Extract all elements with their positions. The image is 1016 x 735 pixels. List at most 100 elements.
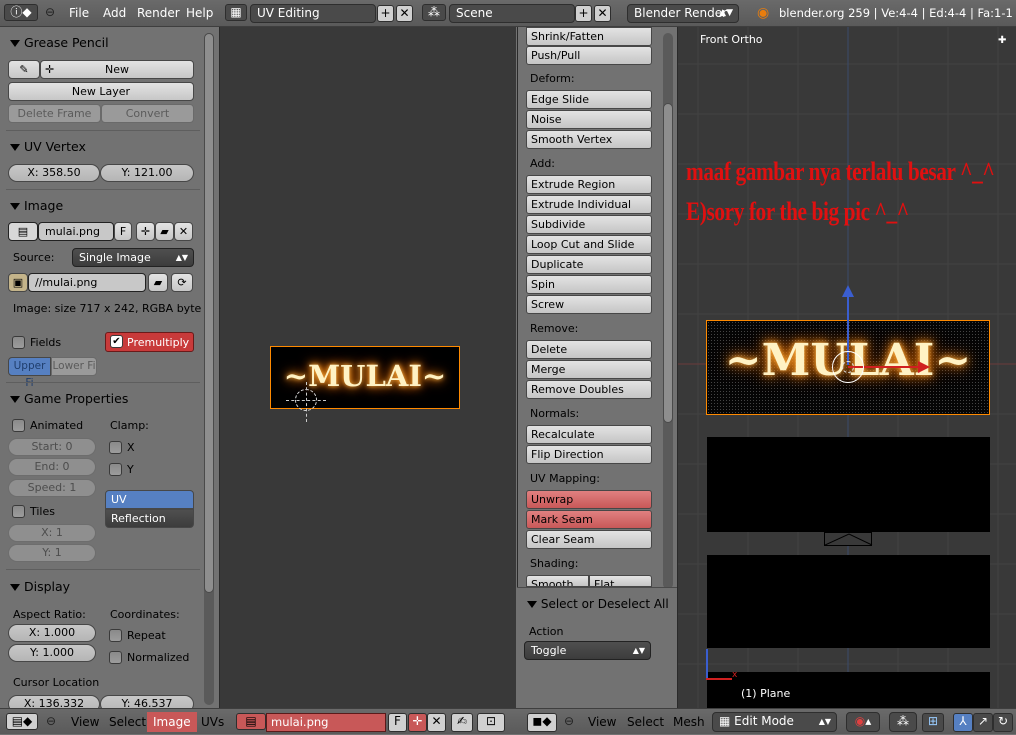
delete-frame-button[interactable]: Delete Frame: [8, 104, 101, 123]
extrude-region-button[interactable]: Extrude Region: [526, 175, 652, 194]
grease-pencil-new-button[interactable]: ✛ New: [40, 60, 194, 79]
grease-pencil-header[interactable]: Grease Pencil: [10, 35, 109, 50]
manipulator-toggle-icon[interactable]: ⅄: [953, 713, 973, 732]
uv-coordinates-button[interactable]: UV Coordinates: [105, 490, 194, 523]
uv-vertex-header[interactable]: UV Vertex: [10, 139, 86, 154]
noise-button[interactable]: Noise: [526, 110, 652, 129]
tool-shelf-scrollbar-thumb[interactable]: [663, 103, 673, 423]
screen-layout-field[interactable]: UV Editing: [250, 4, 376, 23]
uv-vertex-y-field[interactable]: Y: 121.00: [100, 164, 194, 182]
menu-render[interactable]: Render: [137, 0, 180, 27]
new-layer-button[interactable]: New Layer: [8, 82, 194, 101]
flat-button[interactable]: Flat: [589, 575, 652, 587]
aspect-y-field[interactable]: Y: 1.000: [8, 644, 96, 662]
add-scene-icon[interactable]: +: [575, 5, 592, 22]
scene-icon[interactable]: ⁂: [422, 4, 446, 21]
flip-direction-button[interactable]: Flip Direction: [526, 445, 652, 464]
packed-file-icon[interactable]: ▣: [8, 273, 28, 292]
bottom-fake-user-button[interactable]: F: [388, 713, 407, 732]
mark-seam-button[interactable]: Mark Seam: [526, 510, 652, 529]
clamp-x-checkbox[interactable]: [109, 441, 122, 454]
bottom-image-name-field[interactable]: mulai.png: [266, 713, 386, 732]
3d-menu-view[interactable]: View: [588, 709, 616, 735]
upper-field-button[interactable]: Upper Fi: [8, 357, 51, 389]
image-name-field[interactable]: mulai.png: [38, 222, 114, 241]
subdivide-button[interactable]: Subdivide: [526, 215, 652, 234]
fields-checkbox[interactable]: [12, 336, 25, 349]
x-arrow-icon[interactable]: [918, 361, 930, 373]
file-browse-icon[interactable]: ▰: [148, 273, 168, 292]
aspect-x-field[interactable]: X: 1.000: [8, 624, 96, 642]
spin-button[interactable]: Spin: [526, 275, 652, 294]
smooth-vertex-button[interactable]: Smooth Vertex: [526, 130, 652, 149]
animated-checkbox[interactable]: [12, 419, 25, 432]
screw-button[interactable]: Screw: [526, 295, 652, 314]
display-header[interactable]: Display: [10, 579, 70, 594]
loop-cut-slide-button[interactable]: Loop Cut and Slide: [526, 235, 652, 254]
collapse-menu-icon[interactable]: ⊖: [46, 714, 56, 728]
uv-menu-uvs[interactable]: UVs: [201, 709, 224, 735]
open-image-icon[interactable]: ▰: [155, 222, 174, 241]
properties-scrollbar-thumb[interactable]: [204, 33, 214, 593]
smooth-button[interactable]: Smooth: [526, 575, 589, 587]
3d-cursor-icon[interactable]: [842, 361, 854, 373]
unlink-image-icon[interactable]: ✕: [174, 222, 193, 241]
clear-seam-button[interactable]: Clear Seam: [526, 530, 652, 549]
bottom-unlink-image-icon[interactable]: ✕: [427, 713, 446, 732]
merge-button[interactable]: Merge: [526, 360, 652, 379]
recalculate-button[interactable]: Recalculate: [526, 425, 652, 444]
extrude-individual-button[interactable]: Extrude Individual: [526, 195, 652, 214]
action-dropdown[interactable]: Toggle ▲▼: [524, 641, 651, 660]
collapse-menu-icon[interactable]: ⊖: [564, 714, 574, 728]
3d-view-type-icon[interactable]: ◼◆: [527, 713, 557, 732]
render-engine-dropdown[interactable]: Blender Render ▲▼: [627, 4, 739, 23]
3d-menu-select[interactable]: Select: [627, 709, 664, 735]
speed-field[interactable]: Speed: 1: [8, 479, 96, 497]
repeat-checkbox[interactable]: [109, 629, 122, 642]
menu-help[interactable]: Help: [186, 0, 213, 27]
mode-dropdown[interactable]: ▦ Edit Mode ▲▼: [712, 712, 837, 732]
clamp-y-checkbox[interactable]: [109, 463, 122, 476]
add-screen-icon[interactable]: +: [377, 5, 394, 22]
source-dropdown[interactable]: Single Image ▲▼: [72, 248, 194, 267]
tiles-checkbox[interactable]: [12, 505, 25, 518]
edge-slide-button[interactable]: Edge Slide: [526, 90, 652, 109]
tiles-x-field[interactable]: X: 1: [8, 524, 96, 542]
limit-selection-icon[interactable]: ⊞: [922, 713, 944, 732]
unwrap-button[interactable]: Unwrap: [526, 490, 652, 509]
snap-icon[interactable]: ⊡: [477, 713, 505, 732]
duplicate-button[interactable]: Duplicate: [526, 255, 652, 274]
rotate-manipulator-icon[interactable]: ↻: [993, 713, 1013, 732]
remove-screen-icon[interactable]: ✕: [396, 5, 413, 22]
remove-doubles-button[interactable]: Remove Doubles: [526, 380, 652, 399]
screen-layout-icon[interactable]: ▦: [225, 4, 247, 21]
uv-vertex-x-field[interactable]: X: 358.50: [8, 164, 100, 182]
game-properties-header[interactable]: Game Properties: [10, 391, 128, 406]
image-browse-icon[interactable]: ▤: [8, 222, 38, 241]
normalized-checkbox[interactable]: [109, 651, 122, 664]
convert-button[interactable]: Convert: [101, 104, 194, 123]
start-field[interactable]: Start: 0: [8, 438, 96, 456]
properties-scrollbar[interactable]: [204, 33, 214, 705]
delete-button[interactable]: Delete: [526, 340, 652, 359]
uv-editor-type-icon[interactable]: ▤◆: [6, 713, 38, 730]
pencil-icon[interactable]: ✎: [8, 60, 40, 79]
image-browse-icon[interactable]: ▤: [236, 713, 266, 730]
camera-icon[interactable]: [824, 532, 873, 546]
uv-menu-select[interactable]: Select: [109, 709, 146, 735]
push-pull-button[interactable]: Push/Pull: [526, 46, 652, 65]
reload-image-icon[interactable]: ⟳: [171, 273, 193, 292]
editor-type-info-button[interactable]: ⓘ◆: [4, 4, 38, 21]
image-header[interactable]: Image: [10, 198, 63, 213]
premultiply-toggle[interactable]: ✔ Premultiply: [105, 332, 194, 352]
reflection-button[interactable]: Reflection: [105, 509, 194, 528]
collapse-menu-icon[interactable]: ⊖: [45, 5, 55, 19]
menu-file[interactable]: File: [69, 0, 89, 27]
operator-header[interactable]: Select or Deselect All: [527, 597, 669, 611]
shrink-fatten-button[interactable]: Shrink/Fatten: [526, 27, 652, 46]
fake-user-button[interactable]: F: [114, 222, 132, 241]
viewport-shading-dropdown[interactable]: ◉▴: [846, 712, 880, 732]
pin-icon[interactable]: ✍: [451, 713, 473, 732]
3d-viewport[interactable]: Front Ortho ✚ maaf gambar nya terlalu be…: [677, 27, 1016, 708]
pivot-dropdown[interactable]: ⁂: [889, 712, 917, 732]
